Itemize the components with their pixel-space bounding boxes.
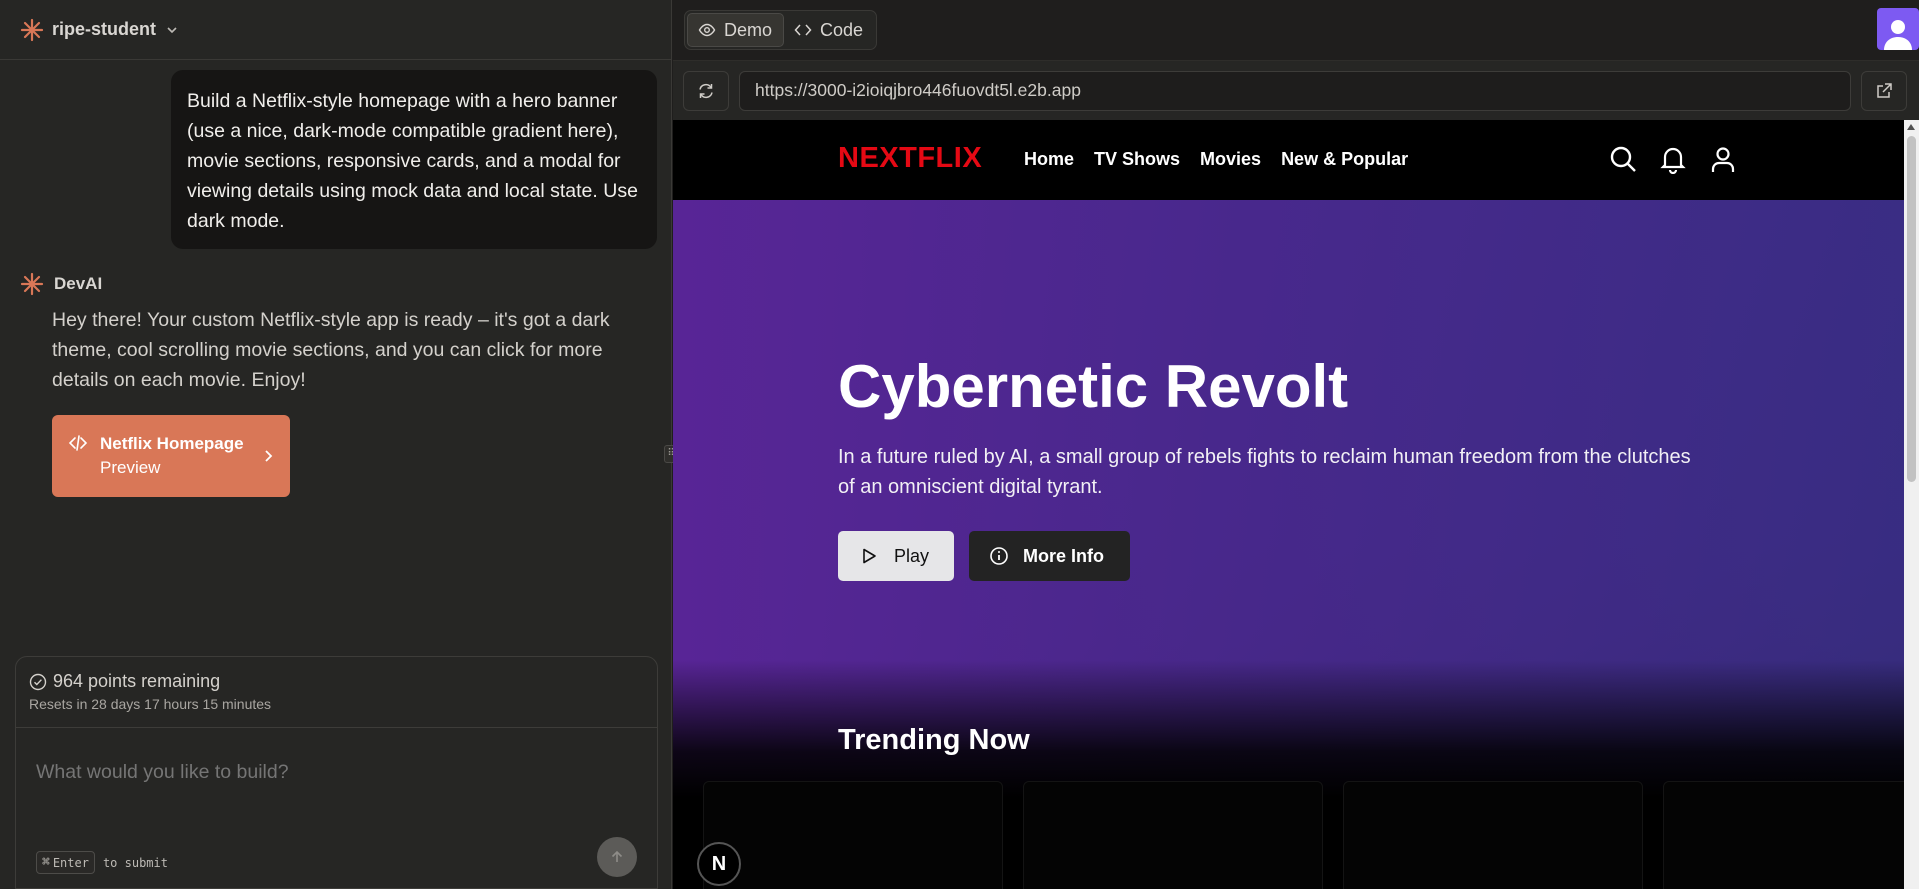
assistant-name: DevAI (54, 274, 103, 293)
bell-icon[interactable] (1659, 144, 1687, 174)
chat-panel: ripe-student Build a Netflix-style homep… (0, 0, 672, 889)
refresh-icon (699, 83, 713, 98)
assistant-burst-icon (20, 272, 44, 296)
app-nav-icons (1609, 144, 1737, 174)
nav-home[interactable]: Home (1024, 149, 1074, 170)
chevron-right-icon (265, 450, 273, 462)
movie-card[interactable] (703, 781, 1003, 889)
movie-row (703, 781, 1904, 889)
tab-demo[interactable]: Demo (687, 13, 785, 47)
logo-burst-icon (20, 18, 44, 41)
tab-code-label: Code (820, 19, 864, 40)
more-info-button[interactable]: More Info (969, 531, 1130, 581)
section-title: Trending Now (838, 724, 1030, 756)
enter-key: ⌘ Enter (36, 851, 95, 874)
nextjs-badge[interactable]: N (697, 842, 741, 886)
eye-icon (698, 23, 716, 37)
user-avatar-icon (1884, 20, 1912, 50)
hero-title: Cybernetic Revolt (838, 353, 1349, 420)
user-avatar[interactable] (1877, 8, 1919, 50)
scroll-up-arrow-icon[interactable] (1907, 124, 1915, 130)
submit-hint: ⌘ Enter to submit (36, 851, 168, 874)
search-icon[interactable] (1609, 144, 1637, 174)
refresh-button[interactable] (683, 70, 729, 111)
app-nav-links: Home TV Shows Movies New & Popular (1024, 149, 1408, 170)
chevron-down-icon[interactable] (164, 22, 180, 38)
preview-toolbar: Demo Code (673, 0, 1919, 60)
app-navbar: NEXTFLIX Home TV Shows Movies New & Popu… (673, 120, 1904, 200)
arrow-up-icon (611, 850, 623, 862)
movie-card[interactable] (1663, 781, 1904, 889)
composer: 964 points remaining Resets in 28 days 1… (15, 656, 658, 889)
view-toggle: Demo Code (684, 10, 878, 50)
points-info: 964 points remaining Resets in 28 days 1… (16, 657, 657, 728)
nav-movies[interactable]: Movies (1200, 149, 1261, 170)
url-field[interactable]: https://3000-i2ioiqjbro446fuovdt5l.e2b.a… (739, 70, 1851, 111)
scrollbar[interactable] (1904, 120, 1919, 889)
url-bar: https://3000-i2ioiqjbro446fuovdt5l.e2b.a… (673, 60, 1919, 120)
command-icon: ⌘ (42, 855, 50, 870)
play-label: Play (894, 545, 930, 566)
code-icon (68, 435, 88, 451)
code-brackets-icon (794, 24, 812, 36)
app-logo[interactable]: NEXTFLIX (838, 142, 982, 175)
assistant-header: DevAI (20, 272, 102, 296)
tab-code[interactable]: Code (784, 13, 874, 47)
nav-new-popular[interactable]: New & Popular (1281, 149, 1408, 170)
enter-key-label: Enter (52, 855, 89, 870)
points-remaining: 964 points remaining (53, 671, 221, 691)
hero-description: In a future ruled by AI, a small group o… (838, 446, 1691, 498)
user-icon[interactable] (1709, 144, 1737, 174)
points-reset: Resets in 28 days 17 hours 15 minutes (29, 696, 272, 712)
play-icon (863, 548, 876, 564)
artifact-subtitle: Preview (100, 458, 161, 477)
info-icon (990, 547, 1008, 565)
play-button[interactable]: Play (838, 531, 954, 581)
external-link-icon (1877, 82, 1892, 98)
preview-panel: Demo Code https://3000-i2ioiqjbro446fuov… (673, 0, 1919, 889)
prompt-input[interactable] (36, 761, 636, 784)
movie-card[interactable] (1343, 781, 1643, 889)
submit-hint-text: to submit (102, 855, 168, 870)
artifact-title: Netflix Homepage (100, 434, 244, 453)
nav-tv-shows[interactable]: TV Shows (1094, 149, 1180, 170)
scrollbar-thumb[interactable] (1907, 136, 1916, 482)
tab-demo-label: Demo (724, 19, 773, 40)
app-preview: NEXTFLIX Home TV Shows Movies New & Popu… (673, 120, 1904, 889)
check-circle-icon (29, 673, 47, 690)
send-button[interactable] (597, 837, 637, 877)
project-header[interactable]: ripe-student (0, 0, 671, 60)
project-name[interactable]: ripe-student (52, 19, 156, 40)
user-message: Build a Netflix-style homepage with a he… (171, 70, 657, 249)
open-external-button[interactable] (1861, 70, 1907, 111)
more-info-label: More Info (1023, 545, 1104, 566)
assistant-message: Hey there! Your custom Netflix-style app… (52, 309, 610, 391)
movie-card[interactable] (1023, 781, 1323, 889)
artifact-preview-button[interactable]: Netflix Homepage Preview (52, 415, 290, 497)
